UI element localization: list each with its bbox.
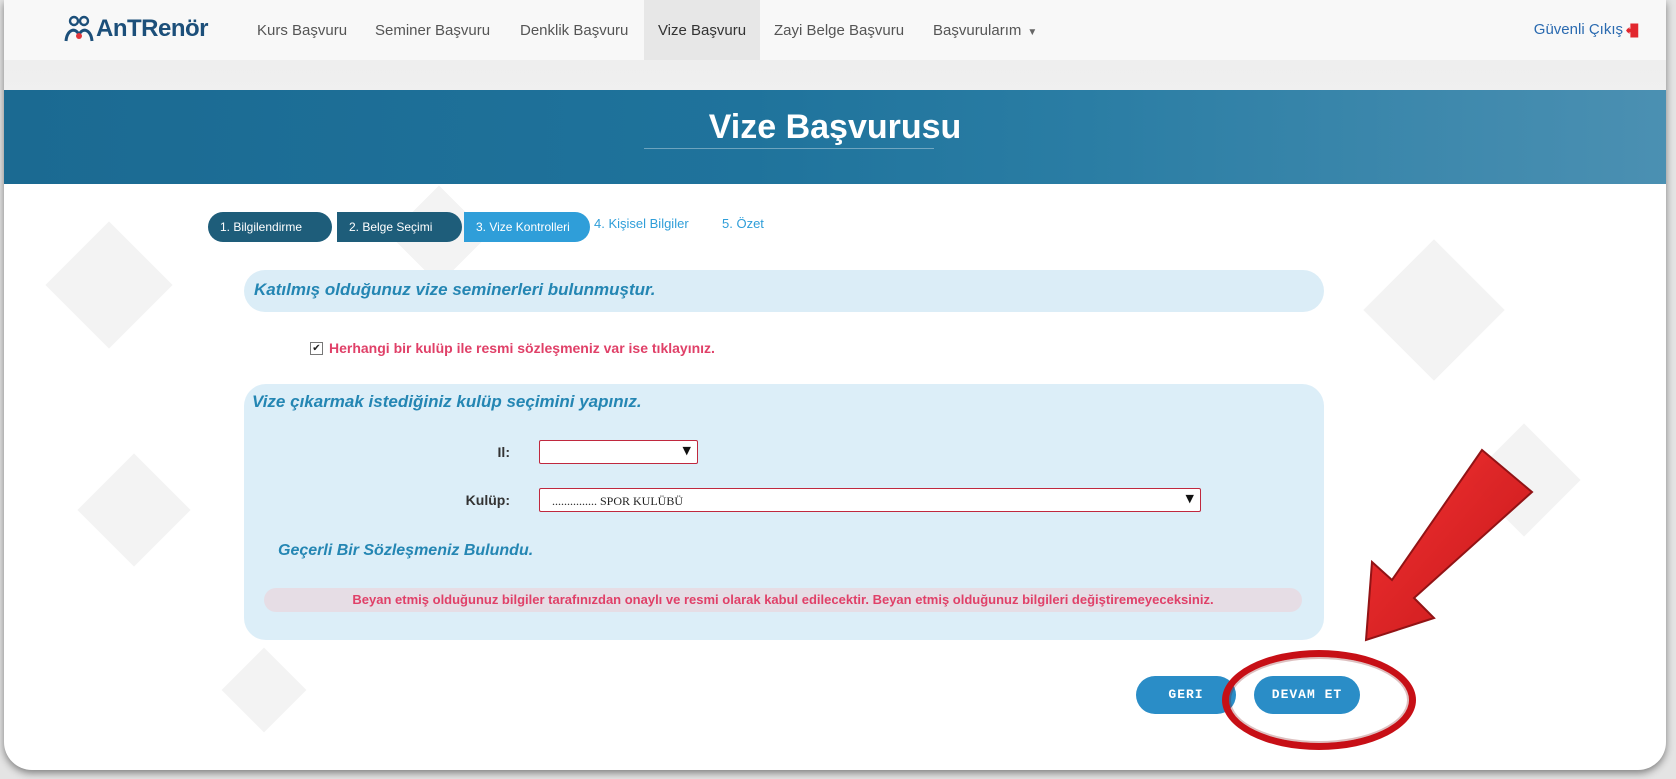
step-4-kisisel-bilgiler: 4. Kişisel Bilgiler — [594, 216, 689, 231]
club-selection-heading: Vize çıkarmak istediğiniz kulüp seçimini… — [252, 392, 642, 411]
nav-seminer-basvuru[interactable]: Seminer Başvuru — [375, 0, 490, 60]
kulup-select-value: ............... SPOR KULÜBÜ — [552, 494, 684, 508]
seminar-info-text: Katılmış olduğunuz vize seminerleri bulu… — [254, 280, 656, 299]
watermark-shape — [1467, 423, 1581, 537]
nav-vize-basvuru-label: Vize Başvuru — [657, 22, 747, 39]
contract-found-text: Geçerli Bir Sözleşmeniz Bulundu. — [278, 542, 534, 559]
people-logo-icon — [64, 15, 94, 42]
step-2-belge-secimi[interactable]: 2. Belge Seçimi — [337, 212, 462, 242]
select-arrow-icon: ▼ — [1185, 492, 1194, 505]
logout-link[interactable]: Güvenli Çıkış — [1534, 0, 1640, 60]
page-title: Vize Başvurusu — [708, 108, 962, 146]
contract-checkbox[interactable]: ✔ — [310, 341, 323, 355]
title-underline — [644, 148, 934, 149]
logout-door-icon — [1626, 23, 1639, 37]
logo[interactable]: AnTRenör — [64, 14, 209, 44]
kulup-select[interactable]: ............... SPOR KULÜBÜ ▼ — [539, 488, 1201, 512]
step-5-ozet: 5. Özet — [722, 216, 764, 231]
watermark-shape — [77, 453, 191, 567]
il-label: Il: — [497, 444, 510, 460]
kulup-label: Kulüp: — [465, 492, 510, 508]
nav-basvurularim-label: Başvurularım — [933, 22, 1022, 39]
step-1-bilgilendirme[interactable]: 1. Bilgilendirme — [208, 212, 332, 242]
step-3-vize-kontrolleri[interactable]: 3. Vize Kontrolleri — [464, 212, 590, 242]
contract-checkbox-row: ✔ Herhangi bir kulüp ile resmi sözleşmen… — [310, 340, 715, 356]
seminar-info-panel: Katılmış olduğunuz vize seminerleri bulu… — [244, 270, 1324, 312]
contract-checkbox-label[interactable]: Herhangi bir kulüp ile resmi sözleşmeniz… — [329, 340, 715, 356]
watermark-shape — [45, 221, 173, 349]
nav-basvurularim-dropdown[interactable]: Başvurularım ▼ — [933, 0, 1037, 60]
dropdown-caret-icon: ▼ — [1027, 27, 1038, 38]
watermark-shape — [1363, 239, 1505, 381]
il-select[interactable]: ▼ — [539, 440, 698, 464]
logout-label: Güvenli Çıkış — [1533, 21, 1623, 38]
browser-frame: AnTRenör Kurs Başvuru Seminer Başvuru De… — [4, 0, 1666, 770]
club-selection-panel: Vize çıkarmak istediğiniz kulüp seçimini… — [244, 384, 1324, 640]
top-navbar: AnTRenör Kurs Başvuru Seminer Başvuru De… — [4, 0, 1666, 61]
nav-kurs-basvuru[interactable]: Kurs Başvuru — [257, 0, 347, 60]
watermark-shape — [221, 647, 307, 733]
annotation-circle — [1222, 650, 1416, 750]
declaration-warning: Beyan etmiş olduğunuz bilgiler tarafınız… — [264, 588, 1302, 612]
nav-zayi-belge-basvuru[interactable]: Zayi Belge Başvuru — [774, 0, 904, 60]
back-button[interactable]: GERI — [1136, 676, 1236, 714]
select-arrow-icon: ▼ — [682, 444, 691, 457]
nav-vize-basvuru[interactable]: Vize Başvuru — [644, 0, 760, 60]
logo-text: AnTRenör — [96, 15, 209, 42]
nav-denklik-basvuru[interactable]: Denklik Başvuru — [520, 0, 628, 60]
